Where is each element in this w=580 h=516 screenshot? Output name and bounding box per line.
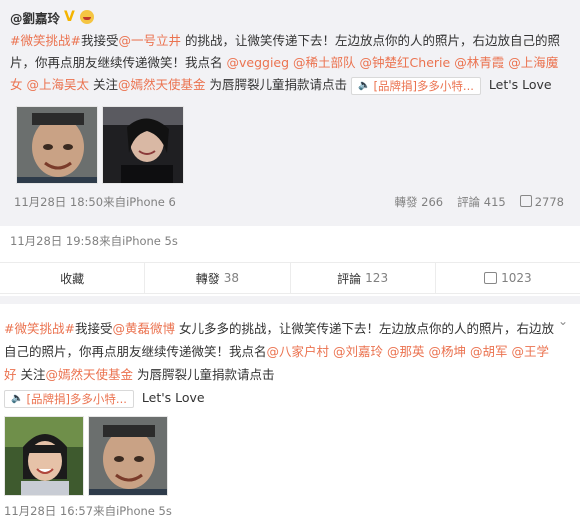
mention-link[interactable]: @一号立井 [118,33,181,48]
text-segment: 为唇腭裂儿童捐款请点击 [205,77,347,92]
repost-footer: 11月28日 18:50来自iPhone 6 轉發 266 評論 415 277… [14,194,564,210]
post-time[interactable]: 11月28日 19:58来自iPhone 5s [10,233,178,249]
mention-link[interactable]: @上海吴太 [27,77,90,92]
comment-count: 123 [365,271,389,285]
text-segment: Let's Love [137,390,205,405]
brand-donate-link[interactable]: 🔈 [品牌捐]多多小特... [351,76,481,95]
like-count: 1023 [501,271,532,285]
repost-forward-count[interactable]: 轉發 266 [395,194,444,210]
speaker-icon: 🔈 [358,79,371,91]
mention-link[interactable]: @八家户村 [267,344,330,359]
forward-count: 38 [223,271,240,285]
text-segment: 我接受 [74,321,113,336]
post-2-time[interactable]: 11月28日 16:57来自iPhone 5s [4,503,172,516]
emoji-badge-icon[interactable] [80,10,95,24]
forward-button[interactable]: 轉發 38 [145,263,291,293]
mention-link[interactable]: @那英 [387,344,425,359]
mention-link[interactable]: @稀土部队 [293,55,356,70]
action-bar: 收藏 轉發 38 評論 123 1023 [0,262,580,294]
comment-label: 評論 [337,271,362,286]
mention-link[interactable]: @胡军 [470,344,508,359]
hashtag-link[interactable]: #微笑挑战# [4,321,75,336]
mention-link[interactable]: @黄磊微博 [112,321,175,336]
verified-v-icon[interactable] [64,9,77,25]
speaker-icon: 🔈 [11,392,24,404]
repost-time[interactable]: 11月28日 18:50来自iPhone 6 [14,194,176,210]
repost-comment-count[interactable]: 評論 415 [457,194,506,210]
text-segment: 我接受 [80,33,119,48]
text-segment: Let's Love [484,77,552,92]
thumbs-up-icon [519,195,532,207]
repost-like-count: 2778 [534,195,564,209]
mention-link[interactable]: @林青霞 [454,55,504,70]
repost-text: #微笑挑战#我接受@一号立井 的挑战，让微笑传递下去！左边放点你的人的照片，右边… [10,30,570,96]
brand-donate-label: [品牌捐]多多小特... [373,78,474,93]
brand-donate-link[interactable]: 🔈 [品牌捐]多多小特... [4,389,134,408]
brand-donate-label: [品牌捐]多多小特... [26,391,127,406]
post-2-text: #微笑挑战#我接受@黄磊微博 女儿多多的挑战，让微笑传递下去！左边放点你的人的照… [4,317,560,409]
text-segment: 关注 [89,77,118,92]
repost-author-line: @劉嘉玲 [10,8,95,27]
comment-button[interactable]: 評論 123 [291,263,436,293]
text-segment: 关注 [16,367,46,382]
repost-stats: 轉發 266 評論 415 2778 [395,194,564,210]
photo-thumbnail[interactable] [16,106,98,184]
mention-link[interactable]: @刘嘉玲 [333,344,383,359]
forward-label: 轉發 [195,271,220,286]
mention-link[interactable]: @杨坤 [429,344,467,359]
repost-author[interactable]: @劉嘉玲 [10,8,60,27]
repost-like[interactable]: 2778 [519,195,564,209]
mention-link[interactable]: @钟楚红Cherie [360,55,451,70]
mention-link[interactable]: @嫣然天使基金 [118,77,206,92]
mention-link[interactable]: @veggieg [227,55,290,70]
hashtag-link[interactable]: #微笑挑战# [10,33,81,48]
thumbs-up-icon [484,272,498,284]
like-button[interactable]: 1023 [436,263,580,293]
text-segment: 为唇腭裂儿童捐款请点击 [133,367,275,382]
photo-thumbnail[interactable] [4,416,84,496]
repost-block: @劉嘉玲 #微笑挑战#我接受@一号立井 的挑战，让微笑传递下去！左边放点你的人的… [0,0,580,226]
feed-separator [0,296,580,304]
photo-thumbnail[interactable] [88,416,168,496]
favorite-button[interactable]: 收藏 [0,263,146,293]
mention-link[interactable]: @嫣然天使基金 [46,367,134,382]
favorite-label: 收藏 [60,271,85,286]
photo-thumbnail[interactable] [102,106,184,184]
